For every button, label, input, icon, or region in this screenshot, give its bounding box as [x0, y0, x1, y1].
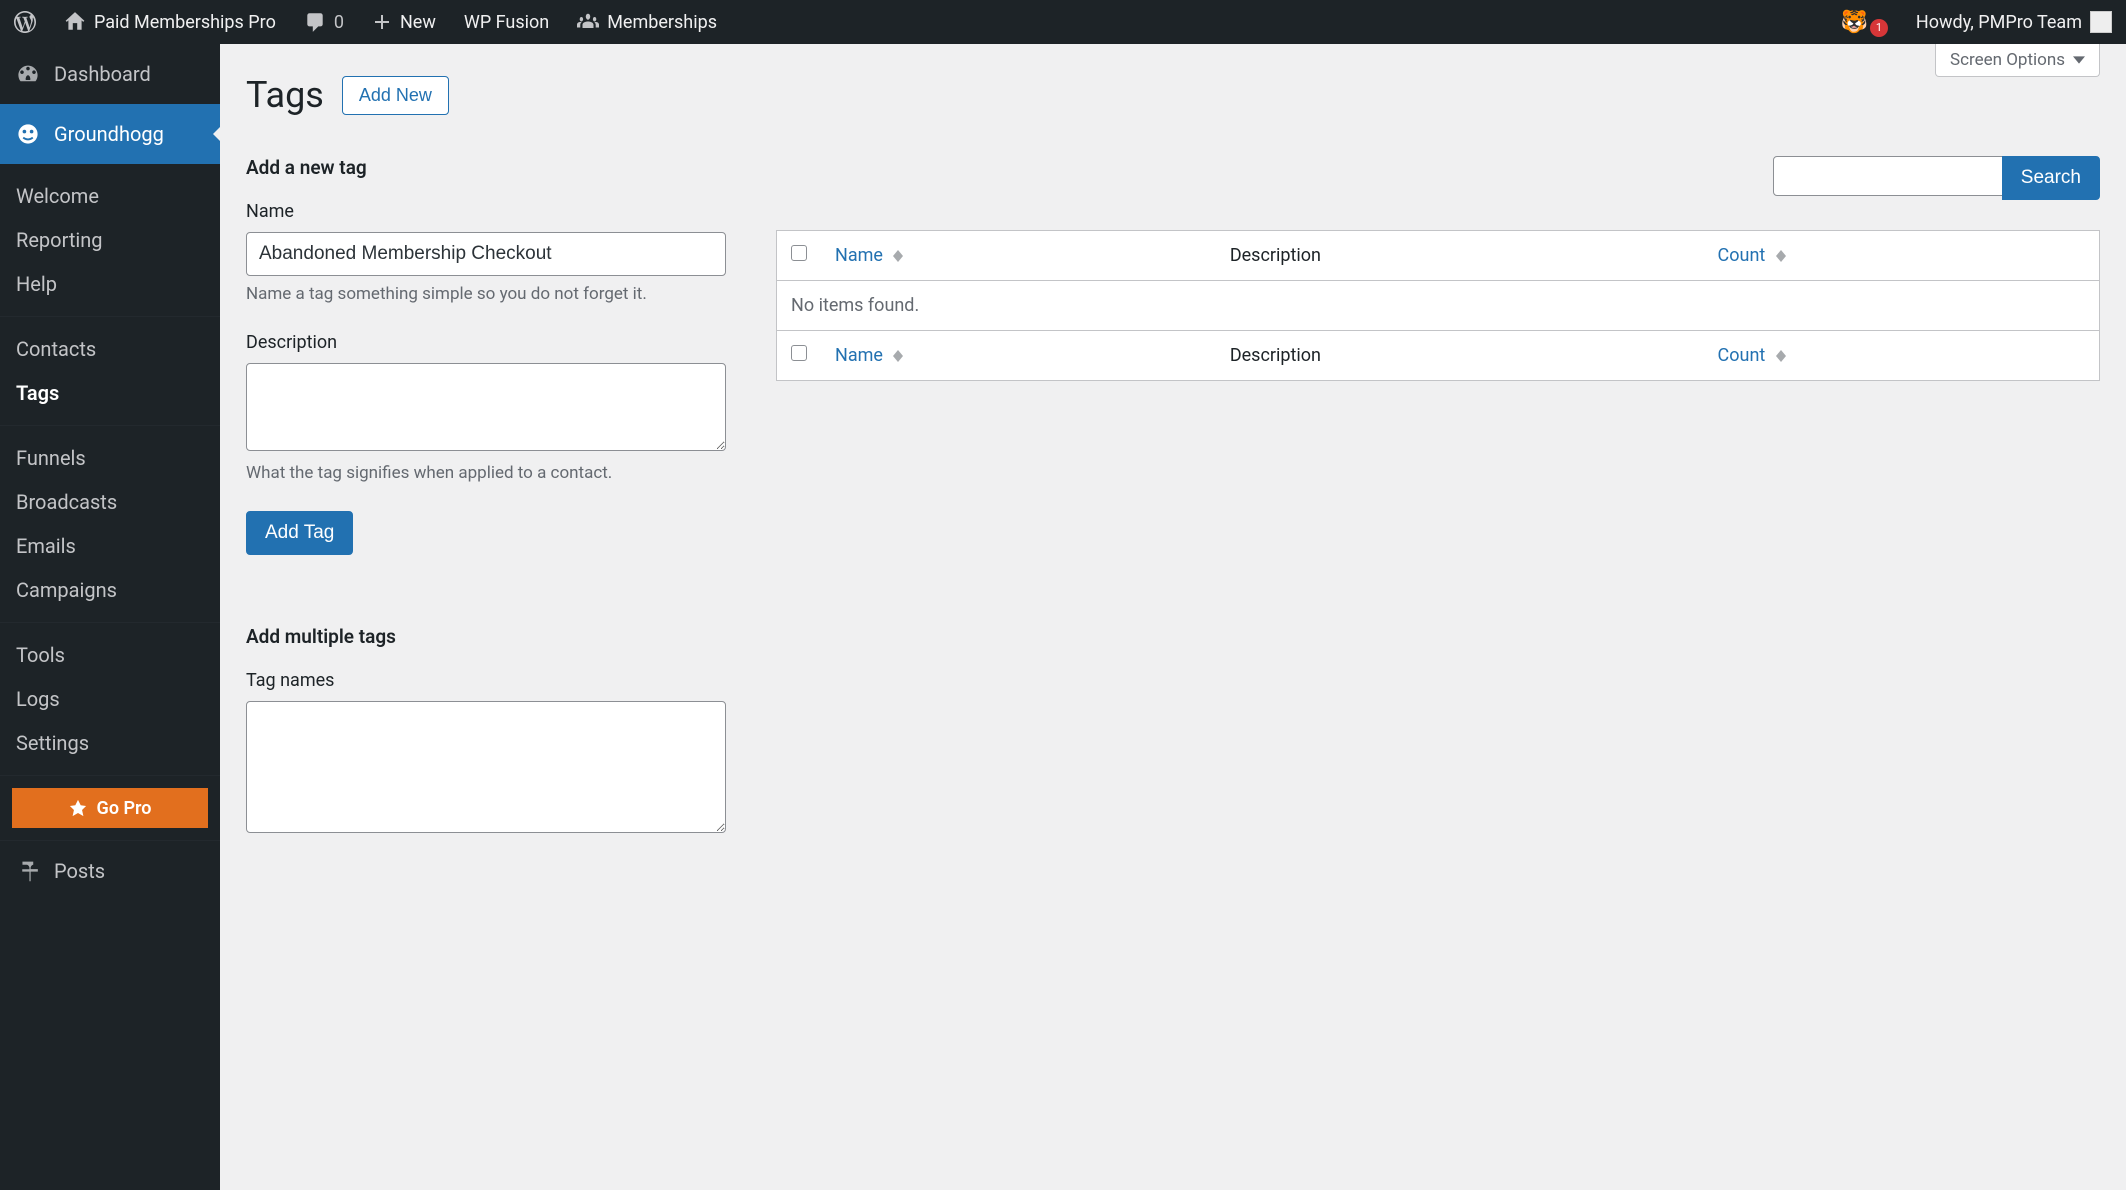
- col-desc-header: Description: [1216, 231, 1704, 281]
- pin-icon: [16, 859, 40, 883]
- groups-icon: [577, 11, 599, 33]
- add-tag-heading: Add a new tag: [246, 156, 726, 179]
- new-label: New: [400, 12, 436, 33]
- sidebar-sub-contacts[interactable]: Contacts: [0, 327, 220, 371]
- memberships-link[interactable]: Memberships: [573, 0, 721, 44]
- tag-description-input[interactable]: [246, 363, 726, 451]
- name-label: Name: [246, 201, 726, 222]
- notifications[interactable]: 🐯 1: [1837, 0, 1892, 44]
- site-name: Paid Memberships Pro: [94, 12, 276, 33]
- sort-icon: [893, 250, 903, 262]
- col-count-header[interactable]: Count: [1704, 231, 2100, 281]
- comments-link[interactable]: 0: [300, 0, 348, 44]
- sidebar-sub-welcome[interactable]: Welcome: [0, 174, 220, 218]
- page-title: Tags: [246, 74, 324, 116]
- sidebar-sub-tools[interactable]: Tools: [0, 633, 220, 677]
- add-multiple-heading: Add multiple tags: [246, 625, 726, 648]
- sidebar-item-groundhogg[interactable]: Groundhogg: [0, 104, 220, 164]
- home-icon: [64, 11, 86, 33]
- sidebar-sub-broadcasts[interactable]: Broadcasts: [0, 480, 220, 524]
- tag-names-input[interactable]: [246, 701, 726, 833]
- sidebar-item-dashboard[interactable]: Dashboard: [0, 44, 220, 104]
- go-pro-button[interactable]: Go Pro: [12, 788, 208, 828]
- wordpress-icon: [14, 11, 36, 33]
- screen-options-toggle[interactable]: Screen Options: [1935, 44, 2100, 77]
- sidebar-sub-campaigns[interactable]: Campaigns: [0, 568, 220, 612]
- col-count-footer[interactable]: Count: [1704, 331, 2100, 381]
- sidebar-sub-funnels[interactable]: Funnels: [0, 436, 220, 480]
- new-content-link[interactable]: New: [368, 0, 440, 44]
- add-new-button[interactable]: Add New: [342, 76, 449, 115]
- comments-count: 0: [334, 12, 344, 33]
- comment-icon: [304, 11, 326, 33]
- select-all-checkbox[interactable]: [791, 245, 807, 261]
- table-empty-row: No items found.: [777, 281, 2100, 331]
- select-all-checkbox-bottom[interactable]: [791, 345, 807, 361]
- sort-icon: [1776, 250, 1786, 262]
- site-name-link[interactable]: Paid Memberships Pro: [60, 0, 280, 44]
- notif-badge: 1: [1870, 19, 1888, 37]
- dashboard-icon: [16, 62, 40, 86]
- name-help: Name a tag something simple so you do no…: [246, 284, 726, 304]
- search-button[interactable]: Search: [2002, 156, 2100, 200]
- sidebar-sub-logs[interactable]: Logs: [0, 677, 220, 721]
- wpfusion-link[interactable]: WP Fusion: [460, 0, 553, 44]
- add-tag-button[interactable]: Add Tag: [246, 511, 353, 555]
- main-content: Screen Options Tags Add New Add a new ta…: [220, 44, 2126, 1190]
- sort-icon: [893, 350, 903, 362]
- description-help: What the tag signifies when applied to a…: [246, 463, 726, 483]
- caret-down-icon: [2073, 54, 2085, 66]
- sidebar-sub-tags[interactable]: Tags: [0, 371, 220, 415]
- admin-sidebar: Dashboard Groundhogg Welcome Reporting H…: [0, 44, 220, 1190]
- sidebar-sub-help[interactable]: Help: [0, 262, 220, 306]
- groundhogg-icon: [16, 122, 40, 146]
- wp-logo[interactable]: [10, 0, 40, 44]
- plus-icon: [372, 12, 392, 32]
- search-input[interactable]: [1773, 156, 2003, 196]
- my-account-link[interactable]: Howdy, PMPro Team: [1912, 0, 2116, 44]
- avatar: [2090, 11, 2112, 33]
- col-name-header[interactable]: Name: [821, 231, 1216, 281]
- tags-table: Name Description Count: [776, 230, 2100, 381]
- description-label: Description: [246, 332, 726, 353]
- col-desc-footer: Description: [1216, 331, 1704, 381]
- sidebar-sub-reporting[interactable]: Reporting: [0, 218, 220, 262]
- sidebar-item-posts[interactable]: Posts: [0, 841, 220, 901]
- col-name-footer[interactable]: Name: [821, 331, 1216, 381]
- sidebar-sub-emails[interactable]: Emails: [0, 524, 220, 568]
- admin-bar: Paid Memberships Pro 0 New WP Fusion Mem…: [0, 0, 2126, 44]
- tag-names-label: Tag names: [246, 670, 726, 691]
- tag-name-input[interactable]: [246, 232, 726, 276]
- sort-icon: [1776, 350, 1786, 362]
- star-icon: [69, 799, 87, 817]
- sidebar-sub-settings[interactable]: Settings: [0, 721, 220, 765]
